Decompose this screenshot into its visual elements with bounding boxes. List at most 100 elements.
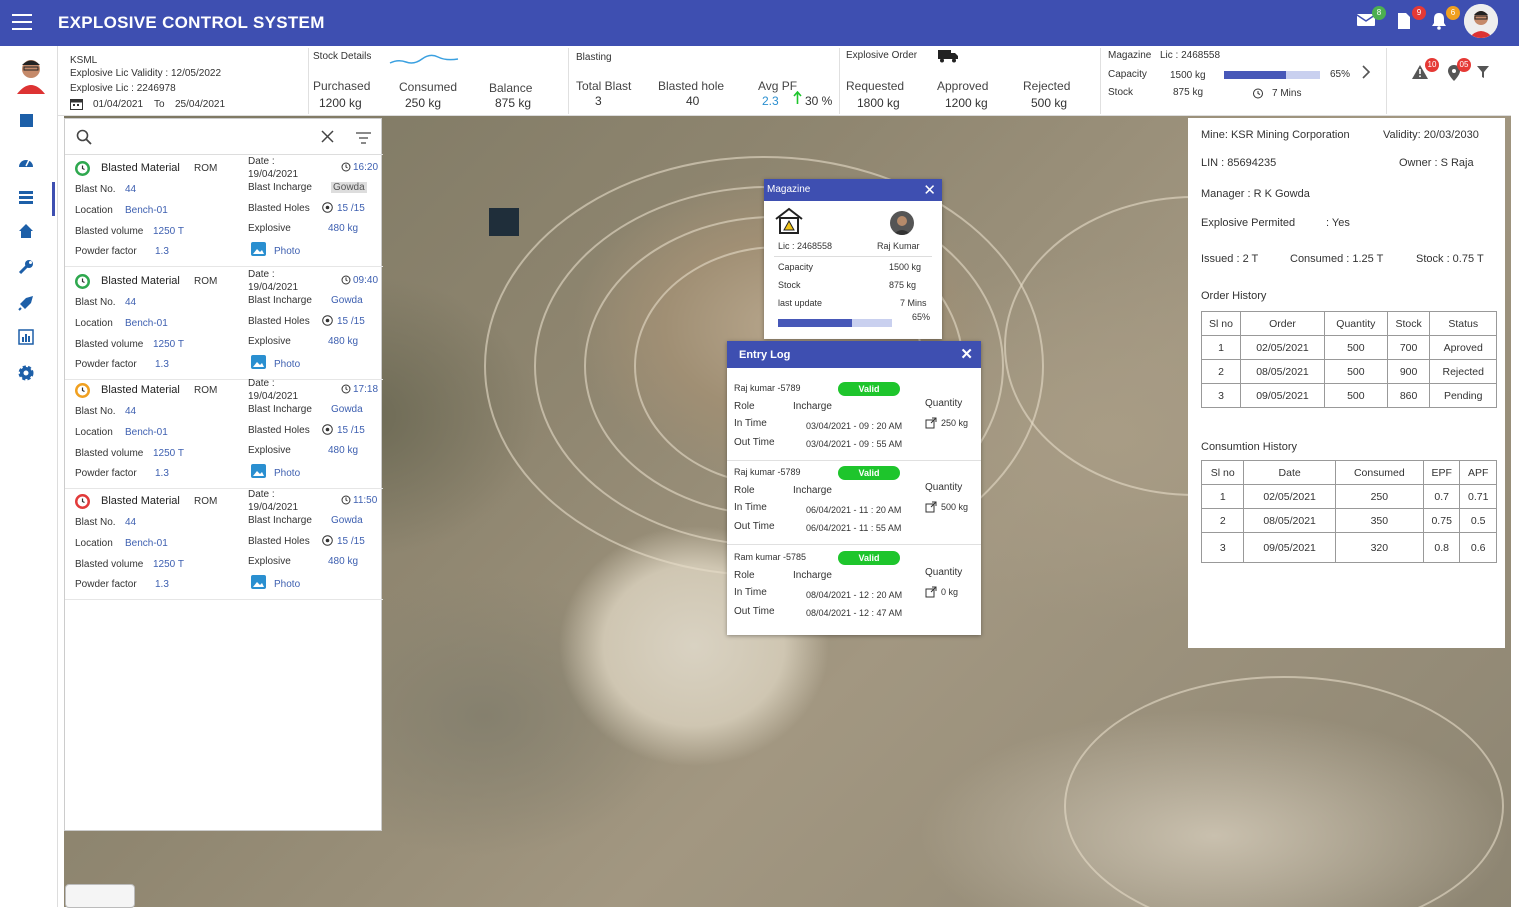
magazine-progress <box>1224 71 1320 79</box>
close-icon[interactable]: ✕ <box>960 345 973 363</box>
date-to-label: To <box>154 99 165 110</box>
table-header-row: Sl no Date Consumed EPF APF <box>1200 460 1497 485</box>
table-row[interactable]: 3 09/05/2021 500 860 Pending <box>1200 383 1497 408</box>
timer-icon <box>1252 87 1264 102</box>
popup-stock-value: 875 kg <box>889 280 917 290</box>
card-time: 16:20 <box>353 162 379 173</box>
magazine-lic: Lic : 2468558 <box>1160 50 1221 61</box>
home-square-icon[interactable] <box>20 114 33 127</box>
blasting-title: Blasting <box>576 52 612 63</box>
settings-icon[interactable] <box>17 364 35 382</box>
wrench-icon[interactable] <box>17 258 35 276</box>
blast-card[interactable]: Blasted Material ROM Date : 19/04/2021 11:50… <box>65 488 383 600</box>
photo-link[interactable]: Photo <box>274 468 300 479</box>
chart-icon[interactable] <box>17 328 35 346</box>
holes-value: 15 /15 <box>337 316 365 327</box>
top-bar: EXPLOSIVE CONTROL SYSTEM 8 9 6 <box>0 0 1519 46</box>
divider <box>774 256 932 257</box>
bell-icon[interactable]: 6 <box>1430 6 1460 32</box>
divider <box>568 48 569 114</box>
avg-pf-value: 2.3 <box>762 94 779 108</box>
search-bar[interactable] <box>65 119 383 155</box>
volume-value: 1250 T <box>153 226 184 237</box>
chevron-right-icon[interactable] <box>1361 64 1371 83</box>
table-cell: 3 <box>1200 383 1242 408</box>
photo-icon[interactable] <box>251 575 266 592</box>
magazine-popup: Magazine ✕ Lic : 2468558 Raj Kumar Capaci… <box>764 179 942 339</box>
powder-factor-value: 1.3 <box>155 246 169 257</box>
user-avatar[interactable] <box>1464 4 1498 38</box>
photo-icon[interactable] <box>251 355 266 372</box>
filter-lines-icon[interactable] <box>356 131 371 149</box>
incharge-label: Blast Incharge <box>248 404 312 415</box>
table-cell: 0.7 <box>1422 484 1461 509</box>
map-layer-toggle[interactable] <box>65 884 135 908</box>
photo-link[interactable]: Photo <box>274 359 300 370</box>
entry-name: Ram kumar -5785 <box>734 552 807 562</box>
card-date-label: Date : <box>248 378 275 389</box>
menu-icon[interactable] <box>12 14 32 30</box>
table-row[interactable]: 2 08/05/2021 350 0.75 0.5 <box>1200 508 1497 533</box>
popup-stock-label: Stock <box>778 280 801 290</box>
rocket-icon[interactable] <box>17 294 35 312</box>
column-header: Order <box>1240 311 1325 336</box>
card-time: 09:40 <box>353 275 379 286</box>
filter-icon[interactable] <box>1476 65 1490 82</box>
table-row[interactable]: 3 09/05/2021 320 0.8 0.6 <box>1200 532 1497 563</box>
bell-badge: 6 <box>1446 6 1460 20</box>
explosive-value: 480 kg <box>328 556 359 567</box>
document-badge: 9 <box>1412 6 1426 20</box>
soccer-ball-icon <box>322 424 333 438</box>
card-time: 17:18 <box>353 384 379 395</box>
export-icon <box>925 501 937 516</box>
table-row[interactable]: 1 02/05/2021 500 700 Aproved <box>1200 335 1497 360</box>
table-cell: 1 <box>1200 484 1245 509</box>
approved-label: Approved <box>937 79 989 93</box>
photo-icon[interactable] <box>251 242 266 259</box>
date-to[interactable]: 25/04/2021 <box>175 99 225 110</box>
search-icon[interactable] <box>76 129 92 150</box>
in-time-label: In Time <box>734 502 767 513</box>
date-from[interactable]: 01/04/2021 <box>93 99 143 110</box>
holes-value: 15 /15 <box>337 203 365 214</box>
valid-badge-label: Valid <box>838 551 900 565</box>
location-pin-icon[interactable]: 05 <box>1447 58 1471 85</box>
column-header: Date <box>1243 460 1336 485</box>
profile-avatar[interactable] <box>14 54 48 94</box>
photo-link[interactable]: Photo <box>274 579 300 590</box>
blast-no-value: 44 <box>125 406 137 417</box>
warning-icon[interactable]: 10 <box>1411 58 1439 83</box>
explosive-permitted-label: Explosive Permited <box>1201 217 1296 229</box>
close-icon[interactable] <box>321 130 334 148</box>
table-cell: 2 <box>1200 359 1242 384</box>
popup-progress <box>778 319 892 327</box>
card-rom: ROM <box>194 276 218 287</box>
status-clock-icon <box>75 274 90 289</box>
list-icon[interactable] <box>17 188 35 206</box>
photo-icon[interactable] <box>251 464 266 481</box>
close-icon[interactable]: ✕ <box>923 181 936 199</box>
out-time-label: Out Time <box>734 521 775 532</box>
incharge-value: Gowda <box>331 515 363 526</box>
in-time-label: In Time <box>734 418 767 429</box>
calendar-icon[interactable] <box>70 98 83 113</box>
table-row[interactable]: 1 02/05/2021 250 0.7 0.71 <box>1200 484 1497 509</box>
popup-update-label: last update <box>778 298 823 308</box>
out-time-label: Out Time <box>734 606 775 617</box>
home-icon[interactable] <box>17 222 35 240</box>
lic-number: Explosive Lic : 2246978 <box>70 83 176 94</box>
magazine-capacity-value: 1500 kg <box>1170 70 1206 81</box>
blast-card[interactable]: Blasted Material ROM Date : 19/04/2021 09:40… <box>65 268 383 380</box>
column-header: EPF <box>1422 460 1461 485</box>
mail-icon[interactable]: 8 <box>1356 6 1386 32</box>
blast-card[interactable]: Blasted Material ROM Date : 19/04/2021 16:20… <box>65 155 383 267</box>
explosive-label: Explosive <box>248 223 291 234</box>
document-icon[interactable]: 9 <box>1396 6 1426 32</box>
table-row[interactable]: 2 08/05/2021 500 900 Rejected <box>1200 359 1497 384</box>
dashboard-icon[interactable] <box>17 154 35 172</box>
clock-icon <box>341 275 351 288</box>
role-value: Incharge <box>793 401 832 412</box>
blast-card[interactable]: Blasted Material ROM Date : 19/04/2021 17:18… <box>65 377 383 489</box>
photo-link[interactable]: Photo <box>274 246 300 257</box>
incharge-value: Gowda <box>331 404 363 415</box>
